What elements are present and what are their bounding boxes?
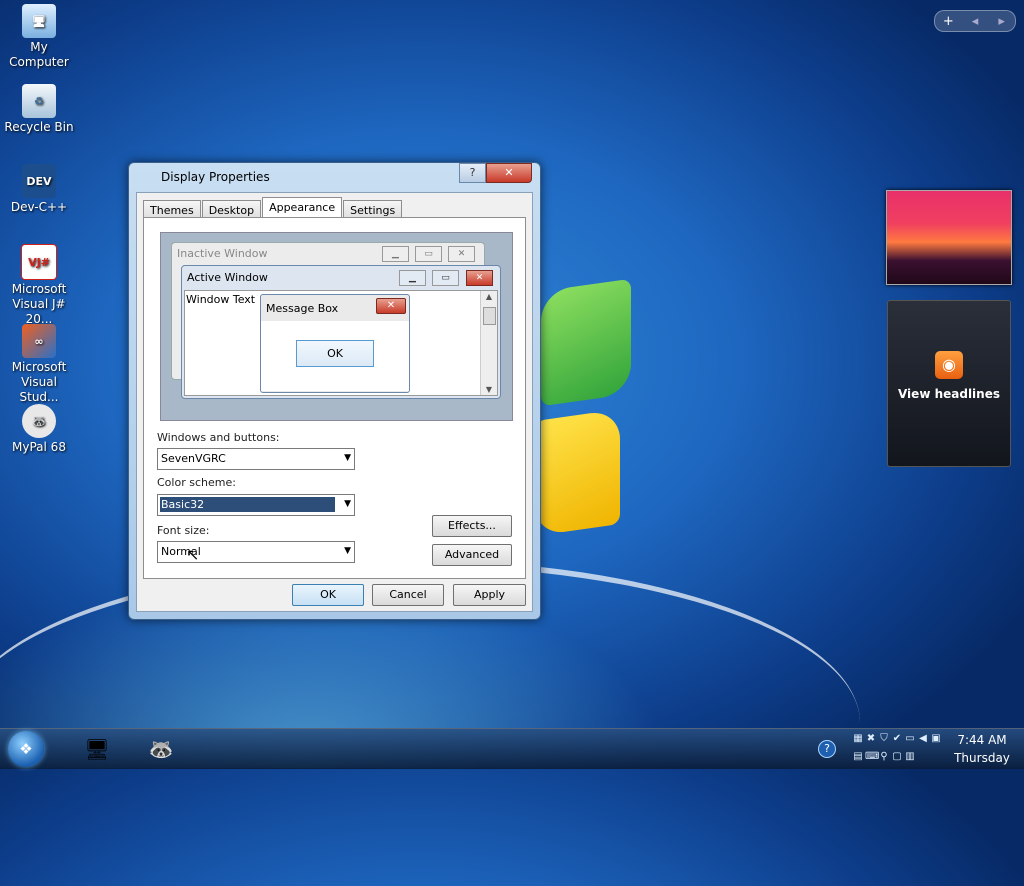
start-button[interactable]: ❖ — [8, 731, 44, 767]
maximize-icon: ▭ — [432, 270, 459, 286]
desktop-icon-mypal[interactable]: 🦝 MyPal 68 — [0, 402, 78, 455]
desktop-icon-label: Dev-C++ — [10, 200, 68, 214]
mouse-cursor-icon: ↖ — [186, 545, 200, 564]
taskbar: ❖ 🖥 🦝 ? ▦ ✖ ⛉ ✔ ▭ ◀ ▣ ▤ ⌨ ⚲ ▢ ▥ 7:44 AM … — [0, 728, 1024, 769]
windows-orb-icon: ❖ — [19, 740, 33, 758]
appearance-panel: Inactive Window ▁ ▭ ✕ Active Window ▁ ▭ … — [143, 217, 526, 579]
apply-button[interactable]: Apply — [453, 584, 526, 606]
prev-gadget-button[interactable]: ◂ — [962, 14, 989, 29]
scroll-thumb — [483, 307, 496, 325]
windows-buttons-label: Windows and buttons: — [157, 431, 280, 444]
windows-buttons-select[interactable]: SevenVGRC ▼ — [157, 448, 355, 470]
color-scheme-label: Color scheme: — [157, 476, 236, 489]
desktop-icon-label: My Computer — [9, 40, 69, 69]
help-icon[interactable]: ? — [818, 740, 836, 758]
rss-icon: ◉ — [935, 351, 963, 379]
taskbar-display-properties[interactable]: 🖥 — [82, 734, 112, 764]
font-size-label: Font size: — [157, 524, 210, 537]
taskbar-mypal[interactable]: 🦝 — [146, 734, 176, 764]
visual-studio-icon: ∞ — [22, 324, 56, 358]
close-icon: ✕ — [448, 246, 475, 262]
desktop-icon-label: MyPal 68 — [12, 440, 66, 454]
title-buttons: ? ✕ — [459, 163, 532, 183]
clock-day: Thursday — [954, 751, 1010, 765]
minimize-icon: ▁ — [399, 270, 426, 286]
window-text-sample: Window Text — [186, 293, 256, 306]
windows-buttons-value: SevenVGRC — [161, 452, 226, 465]
active-window-title: Active Window — [187, 271, 268, 284]
minimize-icon: ▁ — [382, 246, 409, 262]
close-icon: ✕ — [376, 298, 406, 314]
desktop-icon-recycle-bin[interactable]: ♻ Recycle Bin — [0, 82, 78, 135]
preview-scrollbar: ▲ ▼ — [480, 291, 497, 395]
add-gadget-button[interactable]: + — [935, 14, 962, 29]
windows-logo-wallpaper — [535, 278, 640, 536]
monitor-icon[interactable]: ▭ — [904, 732, 916, 746]
desktop-icon-label: Microsoft — [11, 282, 67, 296]
dialog-title: Display Properties — [161, 170, 270, 184]
computer-icon: 🖥 — [84, 737, 110, 761]
visual-jsharp-icon: VJ# — [21, 244, 57, 280]
message-ok-button: OK — [296, 340, 374, 367]
desktop-icon-label: Microsoft — [11, 360, 67, 374]
chart-icon[interactable]: ▤ — [852, 750, 864, 764]
desktop-icon-my-computer[interactable]: 🖥 My Computer — [0, 2, 78, 70]
view-headlines-label[interactable]: View headlines — [888, 387, 1010, 401]
dev-cpp-icon: DEV — [22, 164, 56, 198]
recycle-bin-icon: ♻ — [22, 84, 56, 118]
display-icon[interactable]: ▣ — [930, 732, 942, 746]
desktop-icon-visual-studio[interactable]: ∞ Microsoft Visual Stud... — [0, 322, 78, 405]
network-icon[interactable]: ▦ — [852, 732, 864, 746]
check-icon[interactable]: ✔ — [891, 732, 903, 746]
desktop-icon-dev-cpp[interactable]: DEV Dev-C++ — [0, 162, 78, 215]
security-icon[interactable]: ✖ — [865, 732, 877, 746]
close-button[interactable]: ✕ — [486, 163, 532, 183]
app-icon[interactable]: ▥ — [904, 750, 916, 764]
maximize-icon: ▭ — [415, 246, 442, 262]
inactive-window-title: Inactive Window — [177, 247, 268, 260]
chevron-down-icon: ▼ — [344, 499, 351, 509]
message-box-title: Message Box — [266, 302, 339, 315]
clock-time: 7:44 AM — [957, 733, 1007, 747]
chevron-down-icon: ▼ — [344, 546, 351, 556]
slideshow-gadget[interactable] — [886, 190, 1012, 285]
color-scheme-value: Basic32 — [160, 497, 335, 512]
raccoon-icon: 🦝 — [148, 737, 174, 761]
color-scheme-select[interactable]: Basic32 ▼ — [157, 494, 355, 516]
cancel-button[interactable]: Cancel — [372, 584, 444, 606]
feed-headlines-gadget[interactable]: ◉ View headlines — [887, 300, 1011, 467]
shield-icon[interactable]: ⛉ — [878, 732, 890, 746]
desktop-icon-label: Visual Stud... — [19, 375, 59, 404]
close-icon: ✕ — [466, 270, 493, 286]
volume-icon[interactable]: ◀ — [917, 732, 929, 746]
effects-button[interactable]: Effects... — [432, 515, 512, 537]
desktop-icon-visual-jsharp[interactable]: VJ# Microsoft Visual J# 20... — [0, 242, 78, 327]
gadget-controls: + ◂ ▸ — [934, 10, 1016, 32]
raccoon-icon: 🦝 — [22, 404, 56, 438]
taskbar-clock[interactable]: 7:44 AM Thursday — [950, 731, 1014, 767]
message-box-body: OK — [261, 321, 409, 391]
help-button[interactable]: ? — [459, 163, 486, 183]
keyboard-icon[interactable]: ⌨ — [865, 750, 879, 764]
system-tray: ▦ ✖ ⛉ ✔ ▭ ◀ ▣ ▤ ⌨ ⚲ ▢ ▥ — [852, 732, 947, 766]
preview-message-box: Message Box ✕ OK — [260, 294, 410, 393]
next-gadget-button[interactable]: ▸ — [988, 14, 1015, 29]
window-icon[interactable]: ▢ — [891, 750, 903, 764]
scroll-up-icon: ▲ — [485, 292, 493, 301]
search-icon[interactable]: ⚲ — [878, 750, 890, 764]
scroll-down-icon: ▼ — [485, 385, 493, 394]
desktop-icon-label: Recycle Bin — [4, 120, 74, 134]
computer-icon: 🖥 — [22, 4, 56, 38]
chevron-down-icon: ▼ — [344, 453, 351, 463]
appearance-preview: Inactive Window ▁ ▭ ✕ Active Window ▁ ▭ … — [160, 232, 513, 421]
ok-button[interactable]: OK — [292, 584, 364, 606]
advanced-button[interactable]: Advanced — [432, 544, 512, 566]
